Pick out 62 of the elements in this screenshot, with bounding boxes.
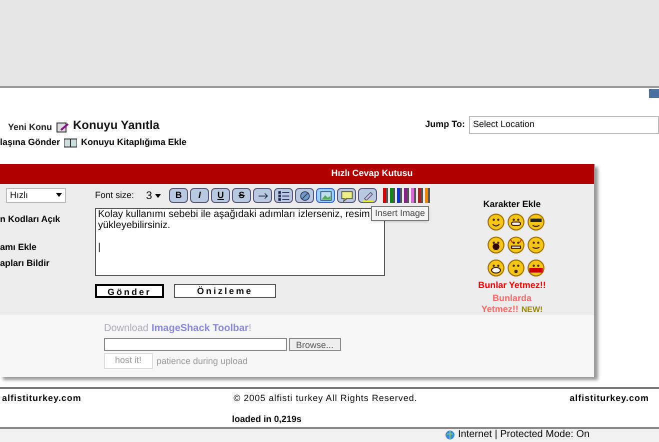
smiley-icon[interactable]	[487, 236, 505, 254]
toolbar-button[interactable]	[337, 188, 356, 204]
format-button[interactable]: S	[232, 188, 252, 204]
file-field[interactable]	[104, 338, 287, 350]
option-text: amı Ekle	[0, 240, 38, 254]
caret-icon	[56, 193, 62, 198]
smiley-icon[interactable]	[487, 213, 505, 231]
toolbar-button[interactable]	[274, 188, 294, 204]
jump-label: Jump To:	[425, 118, 465, 132]
jump-select[interactable]: Select Location	[469, 116, 659, 134]
new-topic-link[interactable]: Yeni Konu	[8, 120, 52, 134]
smileys-title: Karakter Ekle	[483, 198, 541, 210]
exclaim-text: !	[248, 322, 252, 336]
option-text: n Kodları Açık	[0, 213, 62, 226]
upload-note: patience during upload	[156, 355, 248, 368]
globe-icon	[445, 430, 455, 440]
smiley-icon[interactable]	[507, 259, 525, 277]
send-link[interactable]: laşına Gönder	[0, 136, 60, 150]
preview-button[interactable]: Önizleme	[174, 284, 276, 298]
footer-link[interactable]: alfistiturkey.com	[2, 392, 82, 405]
panel-title: Hızlı Cevap Kutusu	[331, 166, 413, 180]
color-swatch[interactable]	[404, 188, 410, 204]
format-button[interactable]: B	[169, 188, 188, 204]
security-zone: Internet | Protected Mode: On	[458, 430, 590, 440]
smiley-icon[interactable]	[527, 236, 545, 254]
color-swatch[interactable]	[418, 188, 424, 204]
tooltip: Insert Image	[371, 206, 430, 221]
download-text: Download	[104, 322, 148, 336]
smiley-icon[interactable]	[507, 236, 525, 254]
font-size-select[interactable]: 3	[146, 188, 162, 204]
toolbar-button[interactable]	[295, 188, 314, 204]
toolbar-button[interactable]	[253, 188, 272, 204]
list-icon	[276, 188, 291, 203]
browse-button[interactable]: Browse...	[289, 338, 341, 350]
copyright-text: © 2005 alfisti turkey All Rights Reserved.	[234, 392, 418, 405]
toolbar-button[interactable]	[316, 188, 336, 204]
color-swatch[interactable]	[390, 188, 396, 204]
mode-select[interactable]: Hızlı	[6, 188, 66, 203]
toolbar-button[interactable]	[358, 188, 378, 204]
smiley-icon[interactable]	[507, 213, 525, 231]
image-icon	[318, 188, 333, 203]
reply-link[interactable]: Konuyu Yanıtla	[73, 116, 160, 134]
font-size-label: Font size:	[95, 189, 134, 202]
load-time: loaded in 0,219s	[232, 413, 302, 426]
color-swatch[interactable]	[383, 188, 388, 204]
format-button[interactable]: I	[190, 188, 210, 204]
bookmark-link[interactable]: Konuyu Kitaplığıma Ekle	[81, 136, 187, 150]
color-swatch[interactable]	[425, 188, 430, 204]
footer-link[interactable]: alfistiturkey.com	[570, 392, 649, 405]
color-swatch[interactable]	[411, 188, 416, 204]
link-icon	[298, 188, 312, 203]
smiley-icon[interactable]	[527, 213, 545, 231]
reply-icon	[56, 122, 70, 134]
color-swatch[interactable]	[397, 188, 402, 204]
new-label: NEW!	[521, 304, 543, 314]
smiley-icon[interactable]	[487, 259, 505, 277]
send-button[interactable]: Gönder	[95, 284, 164, 298]
format-button[interactable]: U	[211, 188, 230, 204]
book-icon	[64, 138, 78, 148]
quote-icon	[340, 188, 354, 203]
caret-icon	[155, 194, 162, 198]
option-text: apları Bildir	[0, 257, 51, 270]
